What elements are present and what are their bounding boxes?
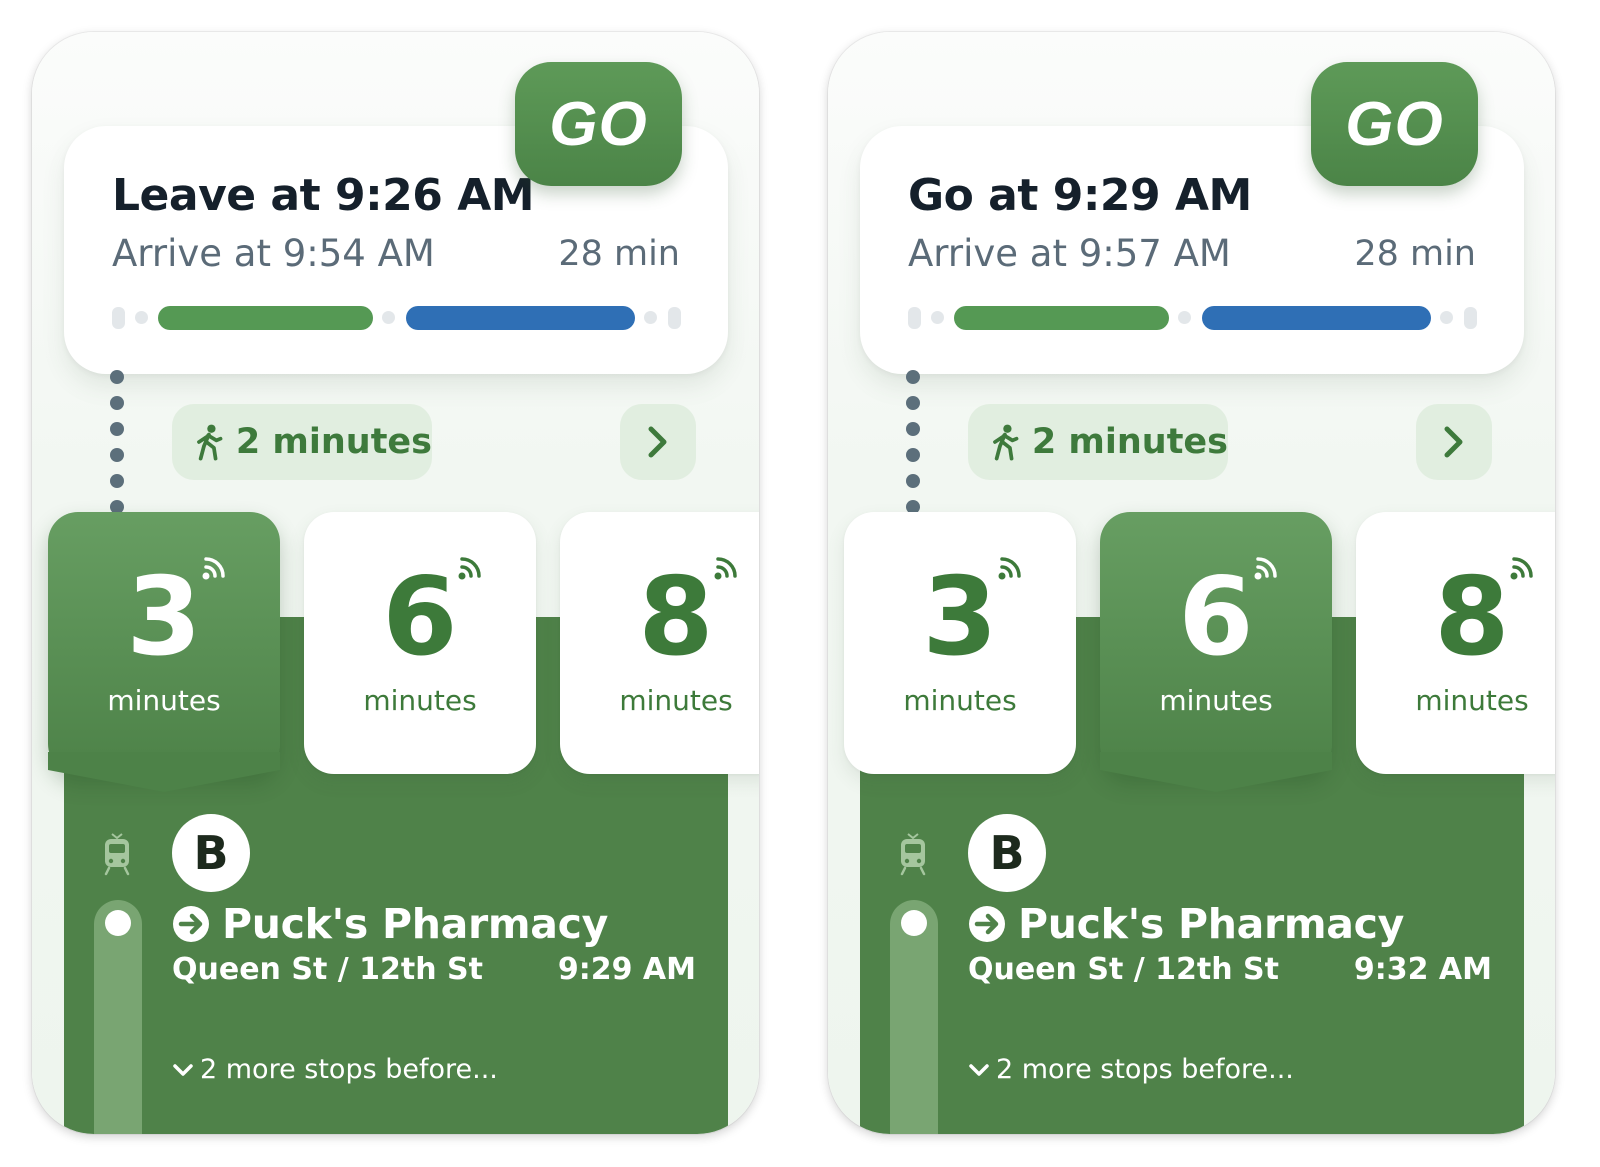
trip-progress-bar [908,306,1478,330]
departure-option-selected[interactable]: 3 minutes [48,512,280,774]
stop-time: 9:32 AM [1353,952,1492,987]
go-button[interactable]: GO [1311,62,1478,186]
trip-screen-2: Go at 9:29 AM Arrive at 9:57 AM 28 min G… [828,32,1555,1134]
stop-street: Queen St / 12th St [172,952,483,987]
walk-details-button[interactable] [620,404,696,480]
tram-icon [104,833,130,876]
departure-unit: minutes [1159,684,1273,717]
departure-unit: minutes [1415,684,1529,717]
walk-details-button[interactable] [1416,404,1492,480]
route-badge: B [968,814,1046,892]
more-stops-toggle[interactable]: 2 more stops before... [968,1054,1294,1085]
trip-progress-bar [112,306,682,330]
boarding-stop-dot [901,910,927,936]
departure-unit: minutes [903,684,1017,717]
departure-minutes: 8 [638,555,714,680]
boarding-stop[interactable]: Puck's Pharmacy [172,900,608,948]
progress-end-cap [1464,307,1477,329]
walk-dotted-line [110,370,124,518]
departure-minutes: 8 [1434,555,1510,680]
transit-segment [1202,306,1431,330]
progress-start-cap [908,307,921,329]
boarding-stop[interactable]: Puck's Pharmacy [968,900,1404,948]
arrive-time: Arrive at 9:54 AM [112,232,435,275]
stop-street: Queen St / 12th St [968,952,1279,987]
progress-dot [1440,311,1453,324]
departure-option[interactable]: 8 minutes [560,512,759,774]
departure-minutes: 3 [922,555,998,680]
walk-segment [954,306,1169,330]
departure-option[interactable]: 8 minutes [1356,512,1555,774]
chevron-down-icon [173,1063,193,1076]
more-stops-label: 2 more stops before... [996,1054,1294,1085]
chevron-down-icon [969,1063,989,1076]
route-badge: B [172,814,250,892]
walk-segment [158,306,373,330]
progress-dot [135,311,148,324]
departure-option[interactable]: 6 minutes [304,512,536,774]
boarding-stop-dot [105,910,131,936]
arrow-right-circle-icon [969,906,1005,942]
transit-segment [406,306,635,330]
progress-dot [1178,311,1191,324]
walking-person-icon [993,424,1019,461]
leave-time-title: Go at 9:29 AM [908,170,1252,221]
arrive-time: Arrive at 9:57 AM [908,232,1231,275]
go-label: GO [1345,89,1444,159]
trip-duration: 28 min [1354,234,1476,274]
go-label: GO [549,89,648,159]
departure-unit: minutes [363,684,477,717]
chevron-right-icon [1444,426,1463,458]
arrow-right-circle-icon [173,906,209,942]
departure-minutes: 6 [1178,555,1254,680]
progress-dot [931,311,944,324]
walk-duration-pill[interactable]: 2 minutes [172,404,432,480]
stop-name: Puck's Pharmacy [1018,900,1405,948]
leave-time-title: Leave at 9:26 AM [112,170,535,221]
departure-minutes: 3 [126,555,202,680]
go-button[interactable]: GO [515,62,682,186]
progress-dot [382,311,395,324]
departure-minutes: 6 [382,555,458,680]
walk-duration-label: 2 minutes [235,422,432,462]
route-letter: B [193,826,229,880]
walk-dotted-line [906,370,920,518]
trip-screen-1: Leave at 9:26 AM Arrive at 9:54 AM 28 mi… [32,32,759,1134]
tram-icon [900,833,926,876]
stop-name: Puck's Pharmacy [222,900,609,948]
more-stops-toggle[interactable]: 2 more stops before... [172,1054,498,1085]
departure-option-selected[interactable]: 6 minutes [1100,512,1332,774]
more-stops-label: 2 more stops before... [200,1054,498,1085]
progress-end-cap [668,307,681,329]
walk-duration-pill[interactable]: 2 minutes [968,404,1228,480]
trip-duration: 28 min [558,234,680,274]
walking-person-icon [197,424,223,461]
route-letter: B [989,826,1025,880]
departure-unit: minutes [107,684,221,717]
walk-duration-label: 2 minutes [1031,422,1228,462]
chevron-right-icon [648,426,667,458]
progress-dot [644,311,657,324]
departure-unit: minutes [619,684,733,717]
stop-time: 9:29 AM [557,952,696,987]
departure-option[interactable]: 3 minutes [844,512,1076,774]
progress-start-cap [112,307,125,329]
